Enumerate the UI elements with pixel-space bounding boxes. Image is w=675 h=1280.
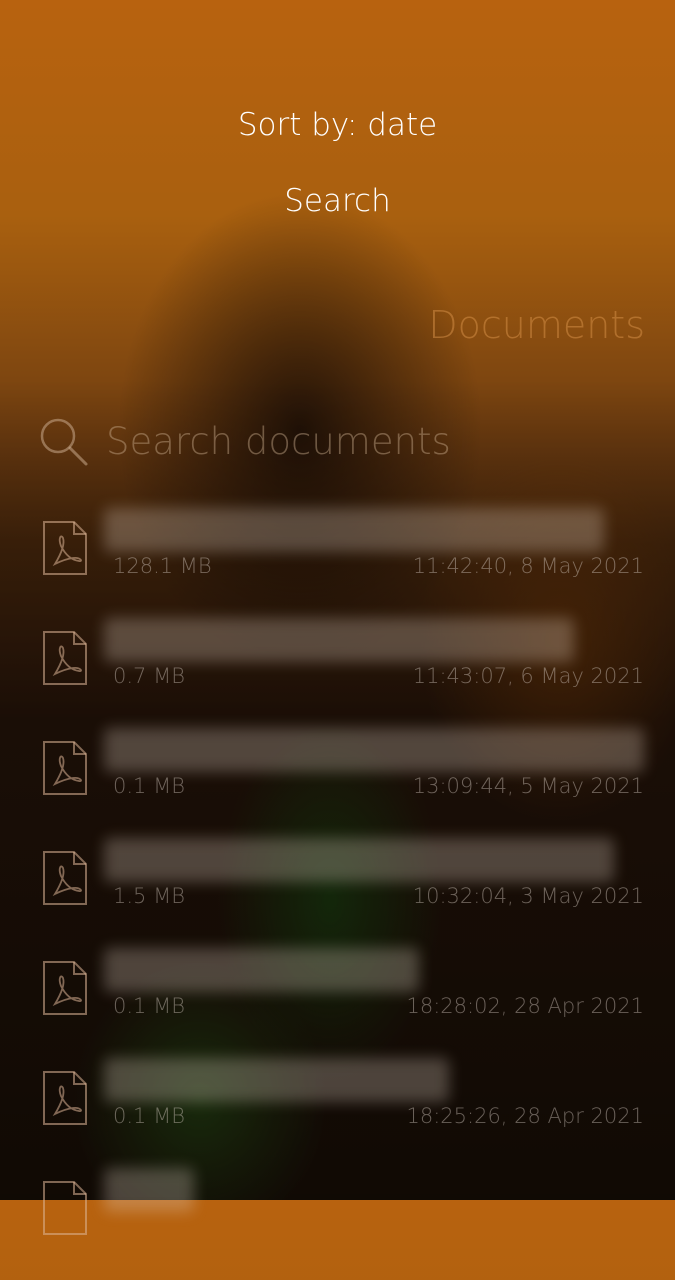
pdf-icon — [43, 1071, 87, 1125]
pdf-icon — [43, 851, 87, 905]
pdf-icon — [43, 741, 87, 795]
list-item[interactable]: 0.1 MB 18:28:02, 28 Apr 2021 — [0, 948, 675, 1060]
pulley-sort-by-date[interactable]: Sort by: date — [0, 107, 675, 143]
pulley-search[interactable]: Search — [0, 183, 675, 219]
pdf-icon — [43, 631, 87, 685]
list-item[interactable]: 128.1 MB 11:42:40, 8 May 2021 — [0, 508, 675, 620]
list-item[interactable]: 0.7 MB 11:43:07, 6 May 2021 — [0, 618, 675, 730]
document-date: 11:42:40, 8 May 2021 — [412, 554, 644, 578]
list-item[interactable]: 0.1 MB 13:09:44, 5 May 2021 — [0, 728, 675, 840]
document-date: 10:32:04, 3 May 2021 — [412, 884, 644, 908]
search-field[interactable] — [38, 410, 648, 474]
document-date: 13:09:44, 5 May 2021 — [412, 774, 644, 798]
document-date: 11:43:07, 6 May 2021 — [412, 664, 644, 688]
document-name-blurred — [104, 1168, 194, 1212]
document-size: 0.1 MB — [113, 1104, 185, 1128]
document-size: 128.1 MB — [113, 554, 212, 578]
document-name-blurred — [104, 728, 644, 772]
document-name-blurred — [104, 1058, 449, 1102]
document-size: 0.1 MB — [113, 774, 185, 798]
pdf-icon — [43, 961, 87, 1015]
document-size: 0.7 MB — [113, 664, 185, 688]
list-item[interactable]: 1.5 MB 10:32:04, 3 May 2021 — [0, 838, 675, 950]
list-item[interactable] — [0, 1168, 675, 1280]
document-name-blurred — [104, 838, 614, 882]
search-icon — [40, 418, 88, 466]
list-item[interactable]: 0.1 MB 18:25:26, 28 Apr 2021 — [0, 1058, 675, 1170]
pdf-icon — [43, 521, 87, 575]
document-name-blurred — [104, 948, 419, 992]
document-size: 1.5 MB — [113, 884, 185, 908]
page-title: Documents — [428, 303, 645, 347]
pdf-icon — [43, 1181, 87, 1235]
document-size: 0.1 MB — [113, 994, 185, 1018]
document-name-blurred — [104, 618, 574, 662]
document-date: 18:28:02, 28 Apr 2021 — [406, 994, 644, 1018]
document-name-blurred — [104, 508, 604, 552]
search-input[interactable] — [106, 416, 626, 466]
document-date: 18:25:26, 28 Apr 2021 — [406, 1104, 644, 1128]
